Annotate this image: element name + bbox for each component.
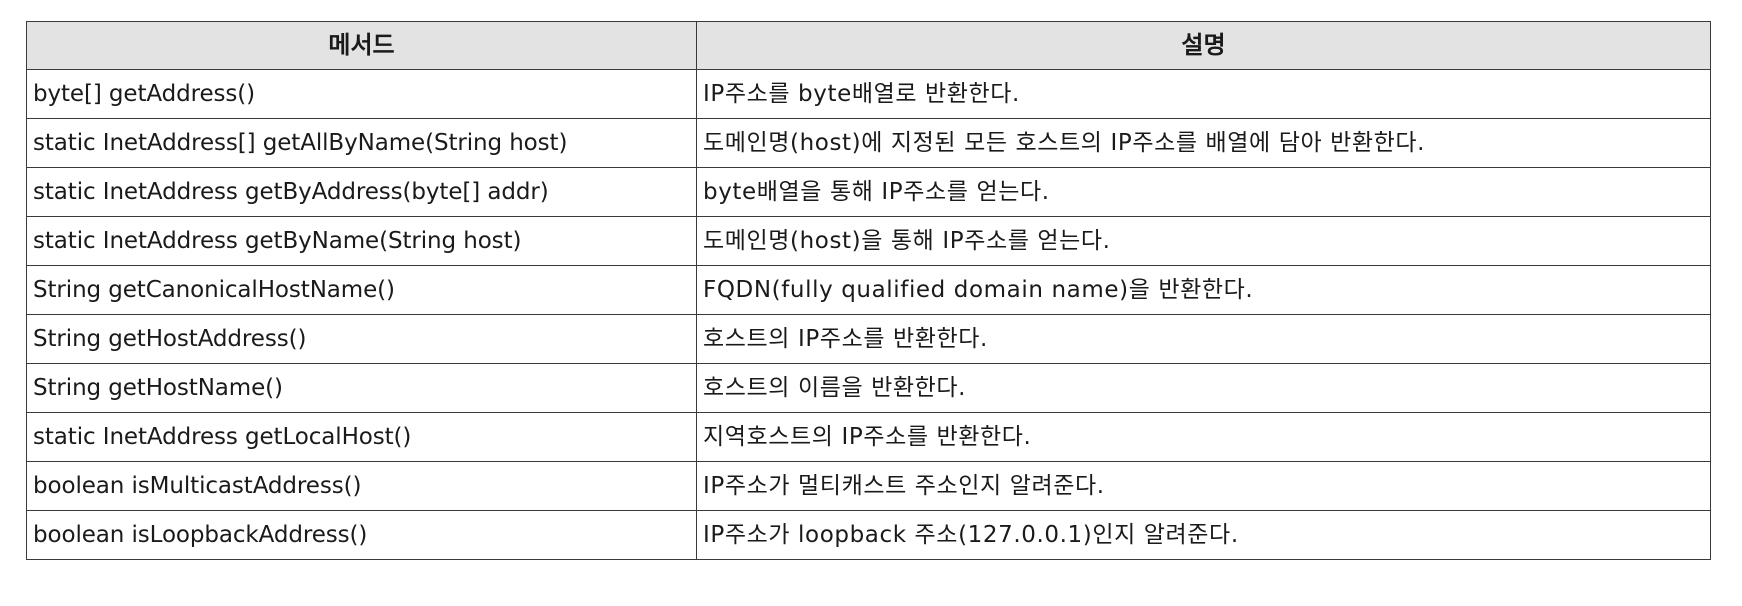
description-cell: FQDN(fully qualified domain name)을 반환한다. — [696, 265, 1711, 315]
table-row: boolean isMulticastAddress() IP주소가 멀티캐스트… — [26, 461, 1711, 511]
table-row: String getHostAddress() 호스트의 IP주소를 반환한다. — [26, 314, 1711, 364]
method-cell: static InetAddress[] getAllByName(String… — [26, 118, 697, 168]
description-cell: 도메인명(host)에 지정된 모든 호스트의 IP주소를 배열에 담아 반환한… — [696, 118, 1711, 168]
description-cell: byte배열을 통해 IP주소를 얻는다. — [696, 167, 1711, 217]
table-row: byte[] getAddress() IP주소를 byte배열로 반환한다. — [26, 69, 1711, 119]
table-row: String getCanonicalHostName() FQDN(fully… — [26, 265, 1711, 315]
description-cell: 지역호스트의 IP주소를 반환한다. — [696, 412, 1711, 462]
description-cell: IP주소가 loopback 주소(127.0.0.1)인지 알려준다. — [696, 510, 1711, 560]
table-row: static InetAddress getLocalHost() 지역호스트의… — [26, 412, 1711, 462]
table-row: String getHostName() 호스트의 이름을 반환한다. — [26, 363, 1711, 413]
inetaddress-method-table: 메서드 설명 byte[] getAddress() IP주소를 byte배열로… — [26, 21, 1711, 560]
description-cell: 호스트의 이름을 반환한다. — [696, 363, 1711, 413]
header-method: 메서드 — [26, 21, 697, 70]
table-body: byte[] getAddress() IP주소를 byte배열로 반환한다. … — [26, 69, 1711, 560]
table-header: 메서드 설명 — [26, 21, 1711, 70]
method-cell: static InetAddress getLocalHost() — [26, 412, 697, 462]
header-description: 설명 — [696, 21, 1711, 70]
method-cell: boolean isLoopbackAddress() — [26, 510, 697, 560]
method-cell: String getHostAddress() — [26, 314, 697, 364]
table-row: static InetAddress getByAddress(byte[] a… — [26, 167, 1711, 217]
method-cell: String getHostName() — [26, 363, 697, 413]
table-row: static InetAddress getByName(String host… — [26, 216, 1711, 266]
description-cell: IP주소가 멀티캐스트 주소인지 알려준다. — [696, 461, 1711, 511]
method-cell: static InetAddress getByName(String host… — [26, 216, 697, 266]
method-cell: byte[] getAddress() — [26, 69, 697, 119]
table-row: static InetAddress[] getAllByName(String… — [26, 118, 1711, 168]
method-cell: static InetAddress getByAddress(byte[] a… — [26, 167, 697, 217]
method-table-container: 메서드 설명 byte[] getAddress() IP주소를 byte배열로… — [26, 21, 1711, 560]
table-row: boolean isLoopbackAddress() IP주소가 loopba… — [26, 510, 1711, 560]
method-cell: boolean isMulticastAddress() — [26, 461, 697, 511]
description-cell: 호스트의 IP주소를 반환한다. — [696, 314, 1711, 364]
description-cell: 도메인명(host)을 통해 IP주소를 얻는다. — [696, 216, 1711, 266]
method-cell: String getCanonicalHostName() — [26, 265, 697, 315]
description-cell: IP주소를 byte배열로 반환한다. — [696, 69, 1711, 119]
header-row: 메서드 설명 — [26, 21, 1711, 70]
